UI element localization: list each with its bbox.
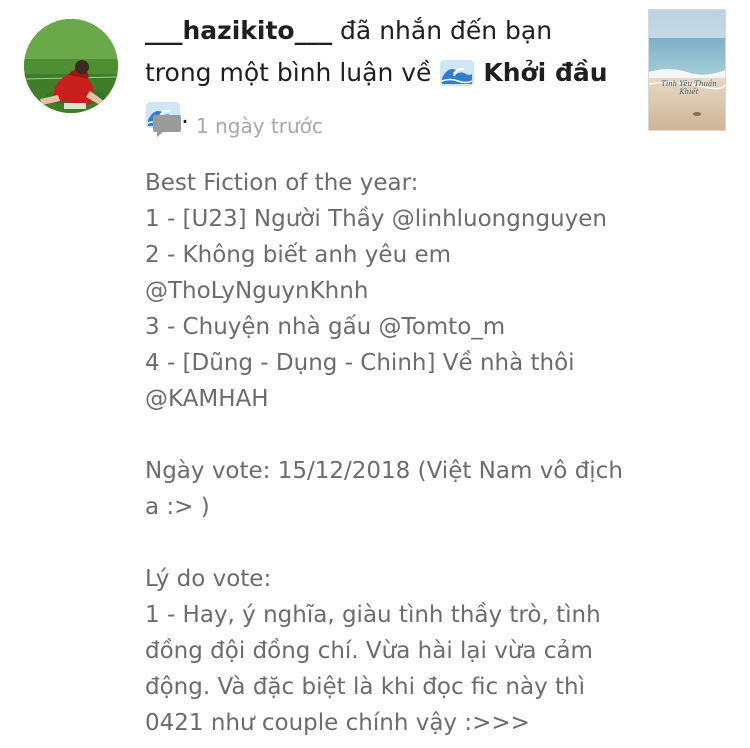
comment-line: Best Fiction of the year: — [145, 170, 419, 196]
comment-line: Ngày vote: 15/12/2018 (Việt Nam vô địch — [145, 458, 623, 484]
comment-icon — [152, 113, 182, 139]
user-avatar[interactable] — [24, 19, 118, 113]
comment-blank-line — [145, 417, 625, 453]
comment-line: Lý do vote: — [145, 566, 272, 592]
comment-line: @KAMHAH — [145, 386, 269, 412]
comment-line: 2 - Không biết anh yêu em — [145, 242, 452, 268]
timestamp: 1 ngày trước — [196, 114, 323, 138]
story-cover-thumbnail[interactable]: Tình Yêu Thuần Khiết — [649, 10, 725, 130]
comment-line: động. Và đặc biệt là khi đọc fic này thì — [145, 674, 585, 700]
comment-line: 4 - [Dũng - Dụng - Chinh] Về nhà thôi — [145, 350, 575, 376]
cover-image — [649, 10, 725, 130]
comment-line: 1 - Hay, ý nghĩa, giàu tình thầy trò, tì… — [145, 602, 601, 628]
comment-line: @ThoLyNguynKhnh — [145, 278, 369, 304]
notification-meta: 1 ngày trước — [152, 112, 323, 140]
comment-line: 3 - Chuyện nhà gấu @Tomto_m — [145, 314, 506, 340]
username-link[interactable]: ___hazikito___ — [145, 16, 332, 45]
cover-title: Tình Yêu Thuần Khiết — [661, 80, 717, 96]
comment-line: đồng đội đồng chí. Vừa hài lại vừa cảm — [145, 638, 593, 664]
comment-line: 0421 như couple chính vậy :>>> — [145, 710, 530, 736]
comment-line: 1 - [U23] Người Thầy @linhluongnguyen — [145, 206, 607, 232]
story-title-link[interactable]: Khởi đầu — [483, 58, 607, 87]
comment-text: Best Fiction of the year: 1 - [U23] Người… — [145, 165, 625, 741]
water-wave-icon — [440, 60, 475, 86]
avatar-photo — [24, 19, 118, 113]
comment-line: a :> ) — [145, 494, 210, 520]
comment-blank-line — [145, 525, 625, 561]
